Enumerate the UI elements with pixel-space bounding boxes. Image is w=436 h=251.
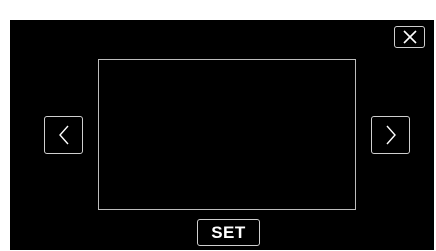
chevron-left-icon [58, 125, 70, 145]
camera-screen: SET [10, 20, 434, 250]
set-button[interactable]: SET [197, 219, 260, 246]
previous-button[interactable] [44, 116, 83, 154]
preview-frame [98, 59, 356, 210]
close-icon [402, 30, 417, 44]
close-button[interactable] [394, 26, 425, 48]
next-button[interactable] [371, 116, 410, 154]
chevron-right-icon [385, 125, 397, 145]
